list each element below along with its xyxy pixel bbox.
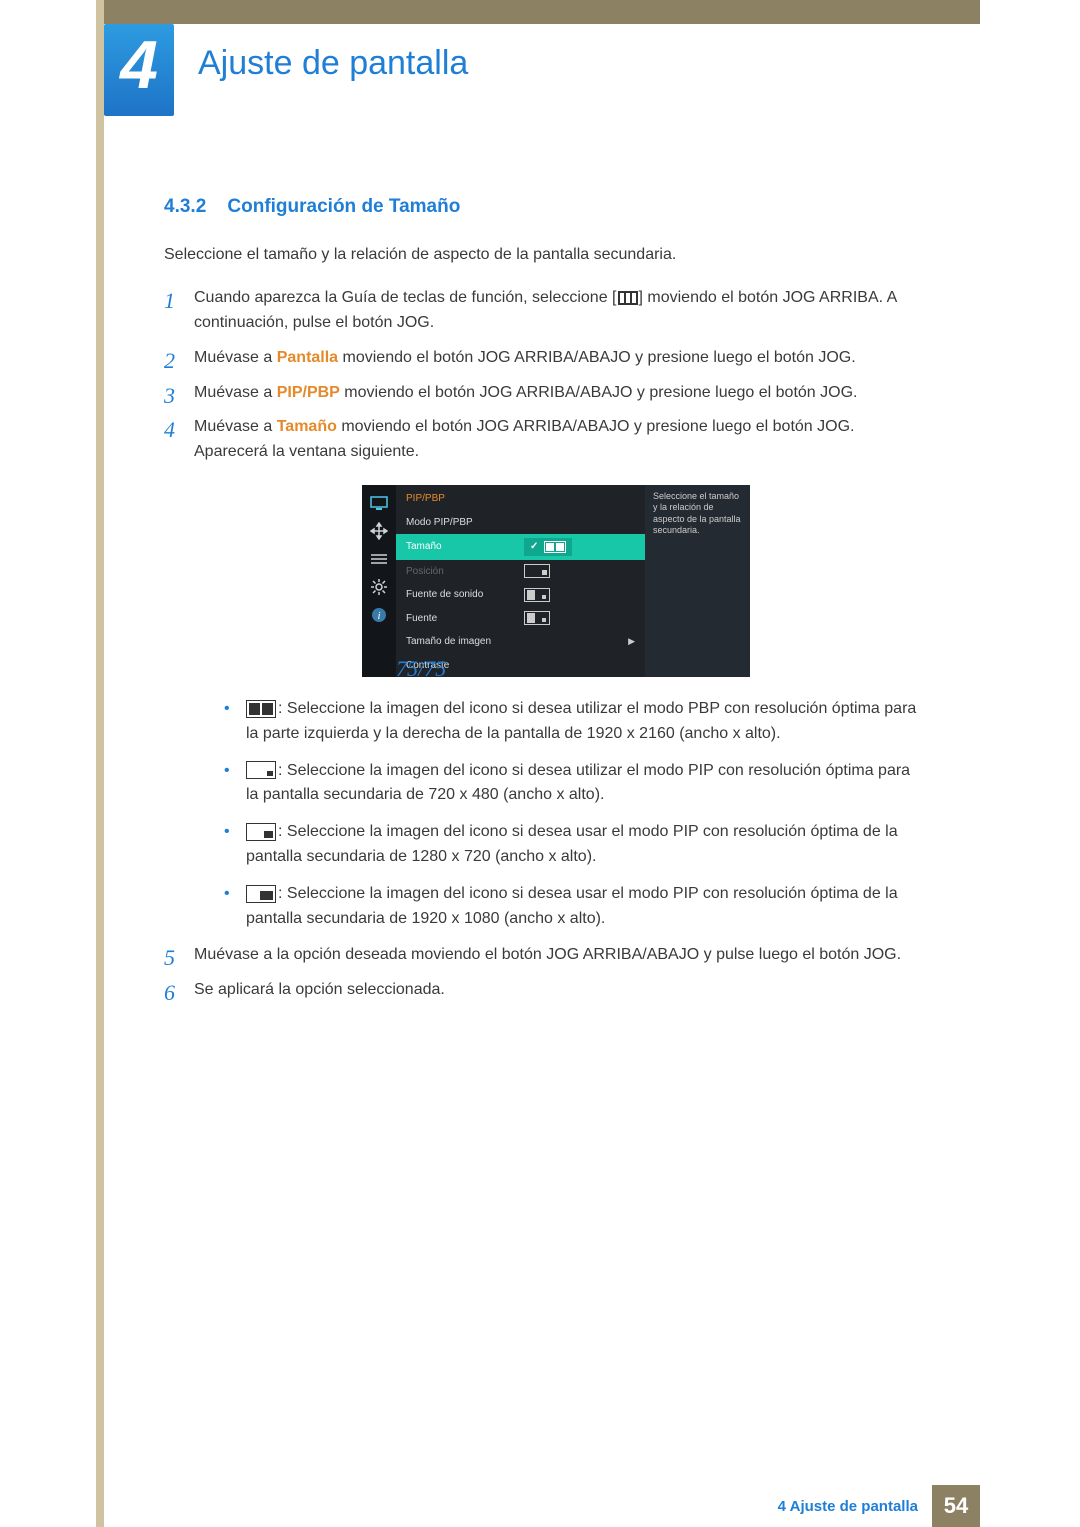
chapter-badge: 4 <box>104 24 174 116</box>
monitor-icon <box>369 495 389 511</box>
chapter-number: 4 <box>120 26 158 104</box>
size-option-pbp: : Seleccione la imagen del icono si dese… <box>224 697 920 747</box>
osd-label-imgsize: Tamaño de imagen <box>406 634 514 650</box>
osd-size-value: ✓ <box>524 538 572 556</box>
step-num: 6 <box>164 976 175 1010</box>
step-5: 5 Muévase a la opción deseada moviendo e… <box>164 943 920 968</box>
osd-row-size: Tamaño ✓ <box>396 534 645 560</box>
pbp-split-icon <box>246 700 276 718</box>
step-2-pre: Muévase a <box>194 349 277 366</box>
step-num: 2 <box>164 344 175 378</box>
footer-text: 4 Ajuste de pantalla <box>778 1498 932 1515</box>
step-num: 5 <box>164 941 175 975</box>
pip-large-icon <box>246 885 276 903</box>
step-3: 3 Muévase a PIP/PBP moviendo el botón JO… <box>164 381 920 406</box>
osd-label-size: Tamaño <box>406 539 514 555</box>
step-5-text: Muévase a la opción deseada moviendo el … <box>194 946 901 963</box>
footer-page-number: 54 <box>932 1485 980 1527</box>
menu-icon <box>618 291 638 305</box>
section-title: Configuración de Tamaño <box>227 196 460 217</box>
pip-small-icon <box>246 761 276 779</box>
step-1-text-a: Cuando aparezca la Guía de teclas de fun… <box>194 289 617 306</box>
osd-label-pos: Posición <box>406 564 514 580</box>
osd-row-source: Fuente <box>396 607 645 631</box>
osd-help-text: Seleccione el tamaño y la relación de as… <box>645 485 750 677</box>
step-3-post: moviendo el botón JOG ARRIBA/ABAJO y pre… <box>340 384 858 401</box>
osd-row-mode: Modo PIP/PBP <box>396 511 645 535</box>
osd-contrast-value: 75/75 <box>396 652 446 686</box>
step-num: 4 <box>164 413 175 447</box>
osd-body: PIP/PBP Modo PIP/PBP Tamaño ✓ Posición F… <box>396 485 645 677</box>
section-intro: Seleccione el tamaño y la relación de as… <box>164 243 920 268</box>
osd-title: PIP/PBP <box>396 485 645 511</box>
osd-sound-value-icon <box>524 588 550 602</box>
size-option-pip-small: : Seleccione la imagen del icono si dese… <box>224 759 920 809</box>
step-num: 3 <box>164 379 175 413</box>
page-footer: 4 Ajuste de pantalla 54 <box>104 1485 980 1527</box>
check-icon: ✓ <box>530 539 538 555</box>
osd-figure: i PIP/PBP Modo PIP/PBP Tamaño ✓ Posición <box>362 485 750 677</box>
section-heading: 4.3.2 Configuración de Tamaño <box>164 192 920 221</box>
step-4-hl: Tamaño <box>277 418 337 435</box>
size-option-list: : Seleccione la imagen del icono si dese… <box>224 697 920 931</box>
osd-pos-value-icon <box>524 564 550 578</box>
step-num: 1 <box>164 284 175 318</box>
move-icon <box>369 523 389 539</box>
osd-row-contrast: Contraste75/75 <box>396 654 645 678</box>
size-option-pip-small-text: : Seleccione la imagen del icono si dese… <box>246 762 910 804</box>
step-6: 6 Se aplicará la opción seleccionada. <box>164 978 920 1003</box>
osd-row-imgsize: Tamaño de imagen ▶ <box>396 630 645 654</box>
osd-label-source: Fuente <box>406 611 514 627</box>
size-option-pip-medium-text: : Seleccione la imagen del icono si dese… <box>246 823 898 865</box>
step-4: 4 Muévase a Tamaño moviendo el botón JOG… <box>164 415 920 931</box>
osd-source-value-icon <box>524 611 550 625</box>
osd-window: i PIP/PBP Modo PIP/PBP Tamaño ✓ Posición <box>362 485 750 677</box>
steps-list: 1 Cuando aparezca la Guía de teclas de f… <box>164 286 920 1003</box>
step-2-hl: Pantalla <box>277 349 338 366</box>
gear-icon <box>369 579 389 595</box>
step-6-text: Se aplicará la opción seleccionada. <box>194 981 445 998</box>
list-icon <box>369 551 389 567</box>
step-3-pre: Muévase a <box>194 384 277 401</box>
pip-medium-icon <box>246 823 276 841</box>
osd-row-sound: Fuente de sonido <box>396 583 645 607</box>
osd-row-pos: Posición <box>396 560 645 584</box>
osd-label-mode: Modo PIP/PBP <box>406 515 514 531</box>
osd-sidebar: i <box>362 485 396 677</box>
section-number: 4.3.2 <box>164 196 206 217</box>
chapter-title: Ajuste de pantalla <box>198 44 468 83</box>
step-1: 1 Cuando aparezca la Guía de teclas de f… <box>164 286 920 336</box>
size-option-pip-large: : Seleccione la imagen del icono si dese… <box>224 882 920 932</box>
step-2-post: moviendo el botón JOG ARRIBA/ABAJO y pre… <box>338 349 856 366</box>
svg-text:i: i <box>377 610 380 622</box>
step-4-pre: Muévase a <box>194 418 277 435</box>
size-option-pip-large-text: : Seleccione la imagen del icono si dese… <box>246 885 898 927</box>
chevron-right-icon: ▶ <box>628 635 635 649</box>
size-option-pbp-text: : Seleccione la imagen del icono si dese… <box>246 700 916 742</box>
content-area: 4.3.2 Configuración de Tamaño Seleccione… <box>164 192 920 1013</box>
osd-label-sound: Fuente de sonido <box>406 587 514 603</box>
size-option-pip-medium: : Seleccione la imagen del icono si dese… <box>224 820 920 870</box>
info-icon: i <box>369 607 389 623</box>
step-3-hl: PIP/PBP <box>277 384 340 401</box>
step-2: 2 Muévase a Pantalla moviendo el botón J… <box>164 346 920 371</box>
left-decor-stripe <box>96 0 104 1527</box>
top-decor-band <box>104 0 980 24</box>
